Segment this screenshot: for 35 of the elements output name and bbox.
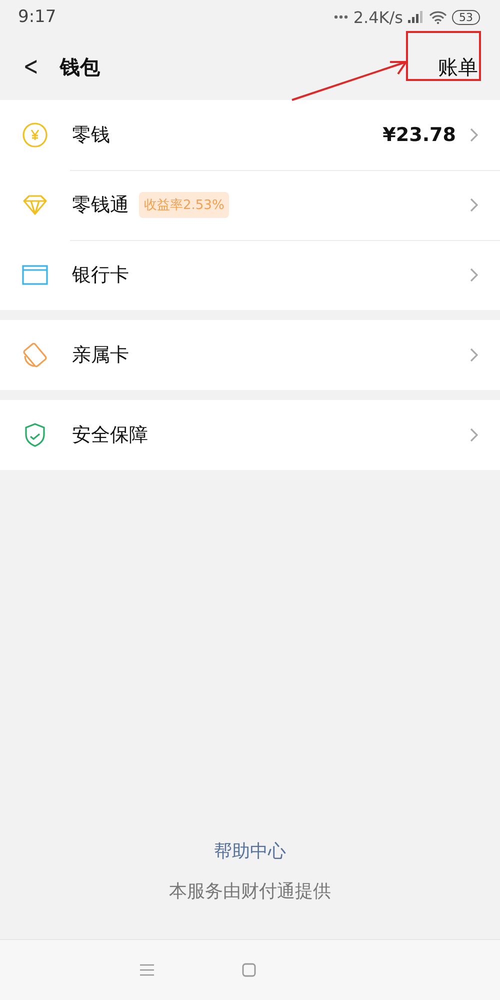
bill-button[interactable]: 账单 (434, 48, 482, 86)
wallet-list-item[interactable]: 零钱 ¥23.78 (0, 100, 500, 170)
shield-icon (22, 422, 48, 448)
wallet-list-item[interactable]: 亲属卡 (0, 320, 500, 390)
menu-icon[interactable] (140, 964, 154, 976)
wallet-list-item[interactable]: 零钱通 收益率2.53% (0, 170, 500, 240)
bank-card-icon (22, 262, 48, 288)
signal-icon (408, 11, 424, 23)
chevron-right-icon (470, 348, 478, 362)
diamond-icon (22, 192, 48, 218)
dots-icon (334, 15, 348, 19)
yen-coin-icon (22, 122, 48, 148)
item-label: 亲属卡 (72, 343, 129, 368)
provider-note: 本服务由财付通提供 (169, 880, 331, 903)
item-label: 安全保障 (72, 423, 148, 448)
clock: 9:17 (18, 7, 56, 27)
network-speed: 2.4K/s (353, 8, 403, 26)
item-label: 零钱 (72, 123, 110, 148)
chevron-right-icon (470, 268, 478, 282)
home-icon[interactable] (242, 963, 256, 977)
item-label: 银行卡 (72, 263, 129, 288)
back-button[interactable]: < (19, 52, 43, 82)
cards-icon (22, 342, 48, 368)
battery-indicator: 53 (452, 10, 480, 24)
wallet-list-item[interactable]: 银行卡 (0, 240, 500, 310)
chevron-right-icon (470, 128, 478, 142)
wallet-list-item[interactable]: 安全保障 (0, 400, 500, 470)
item-label: 零钱通 (72, 193, 129, 218)
chevron-right-icon (470, 428, 478, 442)
page-title: 钱包 (60, 54, 100, 80)
chevron-right-icon (470, 198, 478, 212)
wifi-icon (429, 10, 447, 24)
rate-tag: 收益率2.53% (139, 192, 230, 218)
balance-amount: ¥23.78 (382, 124, 456, 146)
help-center-link[interactable]: 帮助中心 (214, 839, 286, 863)
